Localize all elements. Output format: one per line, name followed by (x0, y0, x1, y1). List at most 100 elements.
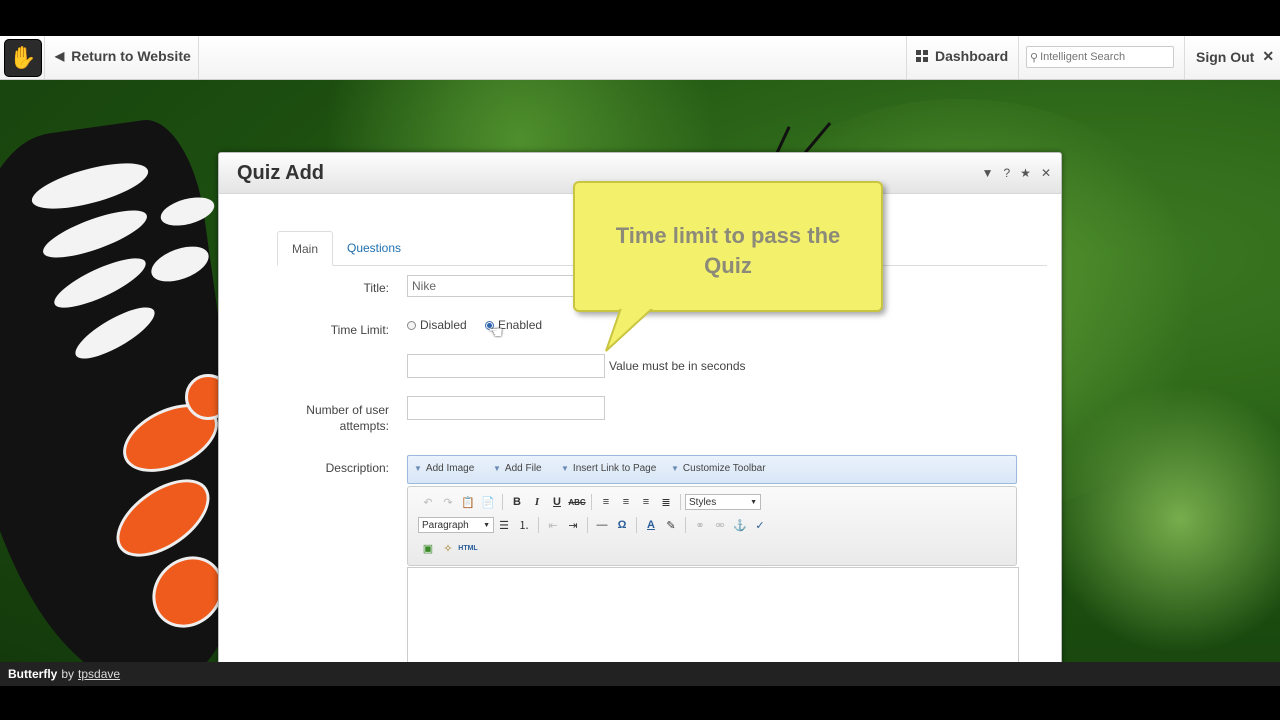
dialog-title: Quiz Add (237, 162, 325, 184)
horizontal-rule-icon[interactable]: — (592, 516, 612, 534)
radio-button-icon (407, 320, 416, 330)
highlight-color-icon[interactable]: ✎ (661, 516, 681, 534)
dialog-controls: ▼ ? ★ ✕ (982, 166, 1051, 180)
caption-author-link[interactable]: tpsdave (78, 667, 120, 681)
dropdown-arrow-icon: ▼ (561, 464, 569, 473)
intelligent-search-box[interactable]: ⚲ (1026, 46, 1174, 68)
special-character-icon[interactable]: Ω (612, 516, 632, 534)
align-center-icon[interactable]: ≡ (616, 493, 636, 511)
tab-main[interactable]: Main (277, 231, 334, 266)
radio-enabled-label: Enabled (498, 318, 543, 332)
callout-line-1: Time limit to pass the (615, 223, 841, 248)
insert-image-icon[interactable]: ▣ (418, 539, 438, 557)
text-color-icon[interactable]: A (641, 516, 661, 534)
concrete5-logo-icon[interactable]: ✋ (4, 39, 42, 77)
redo-icon[interactable]: ↷ (438, 493, 458, 511)
spellcheck-icon[interactable]: ✓ (750, 516, 770, 534)
close-dialog-icon[interactable]: ✕ (1041, 166, 1051, 180)
tutorial-callout: Time limit to pass the Quiz (573, 181, 883, 312)
search-input[interactable] (1040, 51, 1167, 63)
divider (591, 494, 592, 510)
sign-out-label: Sign Out (1196, 48, 1255, 65)
align-right-icon[interactable]: ≡ (636, 493, 656, 511)
close-icon: ✕ (1262, 48, 1275, 64)
chevron-down-icon: ▼ (750, 498, 757, 506)
customize-toolbar-button[interactable]: ▼ Customize Toolbar (671, 463, 766, 474)
image-caption-bar: Butterfly by tpsdave (0, 662, 1280, 686)
divider (44, 36, 45, 79)
favorite-star-icon[interactable]: ★ (1020, 166, 1031, 180)
customize-toolbar-label: Customize Toolbar (682, 463, 766, 474)
link-icon[interactable]: ⚭ (690, 516, 710, 534)
html-source-button[interactable]: HTML (458, 539, 478, 557)
bold-icon[interactable]: B (507, 493, 527, 511)
attempts-label: Number of user attempts: (279, 402, 389, 434)
align-justify-icon[interactable]: ≣ (656, 493, 676, 511)
chevron-down-icon: ▼ (483, 521, 490, 529)
add-image-label: Add Image (425, 463, 475, 474)
search-icon: ⚲ (1030, 51, 1039, 64)
insert-link-button[interactable]: ▼ Insert Link to Page (561, 463, 656, 474)
return-to-website-link[interactable]: ◀ Return to Website (55, 48, 191, 64)
add-image-button[interactable]: ▼ Add Image (414, 463, 474, 474)
dropdown-arrow-icon: ▼ (671, 464, 679, 473)
divider (685, 517, 686, 533)
bullet-list-icon[interactable]: ☰ (494, 516, 514, 534)
italic-icon[interactable]: I (527, 493, 547, 511)
attempts-field[interactable] (407, 396, 605, 420)
divider (636, 517, 637, 533)
styles-select[interactable]: Styles ▼ (685, 494, 761, 510)
time-limit-label: Time Limit: (330, 323, 389, 337)
divider (1018, 36, 1019, 79)
dashboard-link[interactable]: Dashboard (916, 48, 1008, 64)
time-limit-seconds-field[interactable] (407, 354, 605, 378)
callout-line-2: Quiz (704, 253, 752, 278)
arrow-left-icon: ◀ (55, 49, 65, 63)
align-left-icon[interactable]: ≡ (596, 493, 616, 511)
caption-title: Butterfly (8, 667, 58, 681)
anchor-icon[interactable]: ⚓ (730, 516, 750, 534)
divider (587, 517, 588, 533)
radio-disabled-label: Disabled (420, 318, 467, 332)
description-editor-area[interactable] (407, 567, 1019, 663)
caption-by: by (61, 667, 75, 681)
indent-icon[interactable]: ⇥ (563, 516, 583, 534)
underline-icon[interactable]: U (547, 493, 567, 511)
add-file-button[interactable]: ▼ Add File (493, 463, 542, 474)
sign-out-link[interactable]: Sign Out ✕ (1196, 48, 1274, 65)
styles-select-value: Styles (689, 496, 717, 508)
outdent-icon[interactable]: ⇤ (543, 516, 563, 534)
attempts-label-line2: attempts: (339, 419, 389, 433)
letterbox-top (0, 0, 1280, 36)
dropdown-arrow-icon: ▼ (414, 464, 422, 473)
dropdown-arrow-icon: ▼ (493, 464, 501, 473)
numbered-list-icon[interactable]: ⒈ (514, 516, 534, 534)
paste-word-icon[interactable]: 📄 (478, 493, 498, 511)
toolbar-row-2: Paragraph ▼ ☰ ⒈ ⇤ ⇥ — Ω A ✎ ⚭ ⚮ ⚓ ✓ (418, 516, 770, 534)
undo-icon[interactable]: ↶ (418, 493, 438, 511)
tab-questions[interactable]: Questions (333, 231, 415, 264)
toolbar-row-3: ▣ ✧ HTML (418, 539, 478, 557)
return-label: Return to Website (71, 48, 191, 64)
paste-icon[interactable]: 📋 (458, 493, 478, 511)
callout-text: Time limit to pass the Quiz (575, 221, 881, 281)
format-select-value: Paragraph (422, 519, 469, 531)
dashboard-label: Dashboard (935, 48, 1009, 64)
toolbar-row-1: ↶ ↷ 📋 📄 B I U ABC ≡ ≡ ≡ ≣ Styles ▼ (418, 493, 761, 511)
seconds-hint: Value must be in seconds (609, 359, 746, 373)
add-file-label: Add File (504, 463, 542, 474)
hand-cursor-icon: ☚ (488, 323, 504, 342)
divider (680, 494, 681, 510)
cleanup-icon[interactable]: ✧ (438, 539, 458, 557)
format-select[interactable]: Paragraph ▼ (418, 517, 494, 533)
letterbox-bottom (0, 686, 1280, 720)
collapse-icon[interactable]: ▼ (982, 166, 994, 180)
strikethrough-icon[interactable]: ABC (567, 493, 587, 511)
divider (906, 36, 907, 79)
dashboard-grid-icon (916, 50, 928, 62)
time-limit-disabled-radio[interactable]: Disabled (407, 318, 467, 332)
insert-link-label: Insert Link to Page (572, 463, 657, 474)
help-icon[interactable]: ? (1003, 166, 1010, 180)
unlink-icon[interactable]: ⚮ (710, 516, 730, 534)
divider (1184, 36, 1185, 79)
